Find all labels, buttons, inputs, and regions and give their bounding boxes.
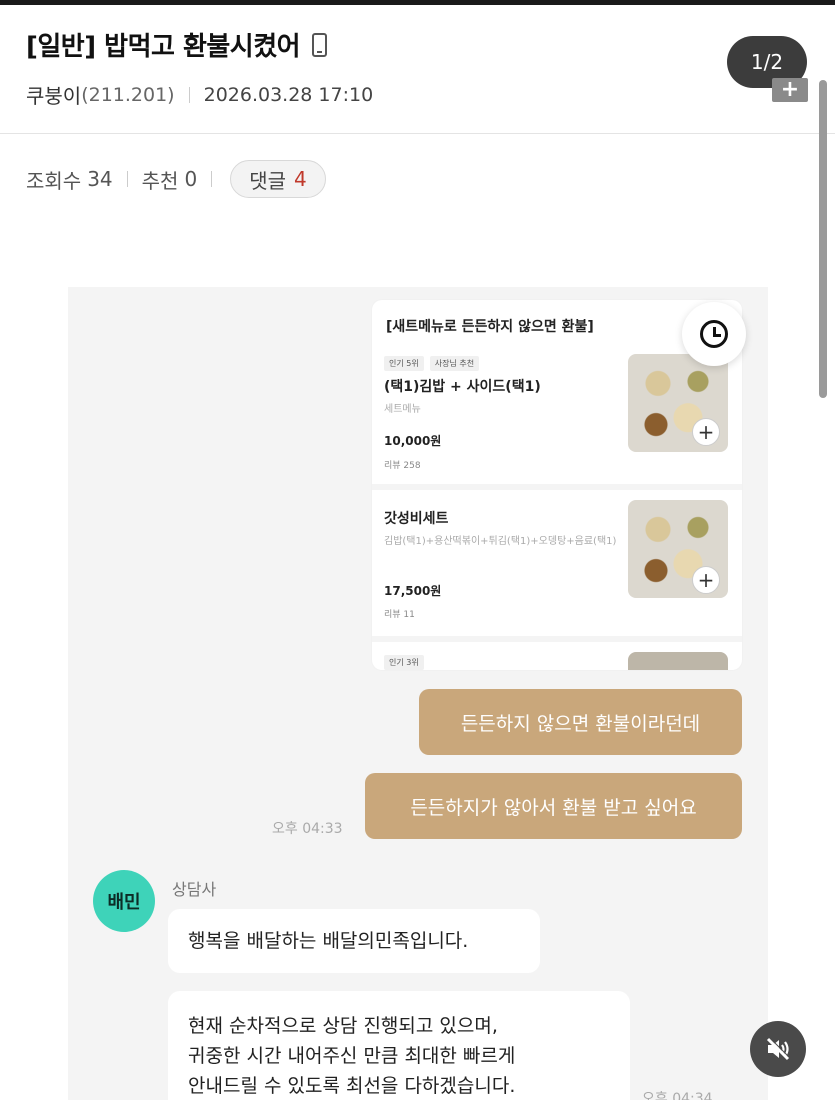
my-message-bubble: 든든하지 않으면 환불이라던데 — [419, 689, 742, 755]
stats-divider — [211, 171, 213, 187]
scrollbar-thumb[interactable] — [819, 80, 827, 398]
recommend-count: 0 — [184, 167, 198, 191]
item-divider — [372, 636, 742, 642]
agent-message-bubble: 현재 순차적으로 상담 진행되고 있으며, 귀중한 시간 내어주신 만큼 최대한… — [168, 991, 630, 1100]
menu-item-price: 17,500원 — [384, 584, 442, 598]
agent-name: 상담사 — [172, 880, 217, 899]
menu-item-review: 리뷰 11 — [384, 610, 415, 620]
add-button[interactable]: + — [772, 78, 808, 102]
menu-card: [새트메뉴로 든든하지 않으면 환불] 인기 5위 사장님 추천 (택1)김밥 … — [372, 300, 742, 670]
post-title-text: [일반] 밥먹고 환불시켰어 — [26, 32, 301, 62]
post-date: 2026.03.28 17:10 — [203, 83, 374, 106]
clock-icon — [700, 320, 728, 348]
views-count: 34 — [87, 167, 113, 191]
my-message-bubble: 든든하지가 않아서 환불 받고 싶어요 — [365, 773, 742, 839]
agent-avatar: 배민 — [93, 870, 155, 932]
item-divider — [372, 484, 742, 490]
meta-divider — [188, 86, 190, 103]
menu-item-name: 갓성비세트 — [384, 511, 449, 527]
top-edge-bar — [0, 0, 835, 5]
comments-button[interactable]: 댓글 4 — [230, 160, 326, 198]
menu-card-title: [새트메뉴로 든든하지 않으면 환불] — [386, 319, 594, 335]
recommend-label: 추천 — [141, 168, 179, 193]
agent-message-text: 행복을 배달하는 배달의민족입니다. — [188, 930, 469, 952]
comments-label: 댓글 — [249, 168, 287, 193]
menu-item-desc: 김밥(택1)+용산떡볶이+튀김(택1)+오뎅탕+음료(택1) — [384, 536, 617, 547]
views-label: 조회수 — [26, 168, 82, 193]
clock-button[interactable] — [682, 302, 746, 366]
author-name[interactable]: 쿠붕이 — [26, 80, 81, 109]
author-ip: (211.201) — [81, 83, 175, 106]
menu-tag: 사장님 추천 — [429, 356, 480, 371]
menu-tag: 인기 3위 — [384, 655, 424, 670]
menu-item-name: (택1)김밥 + 사이드(택1) — [384, 379, 541, 395]
post-title: [일반] 밥먹고 환불시켰어 — [26, 26, 328, 63]
agent-message-line: 현재 순차적으로 상담 진행되고 있으며, — [188, 1015, 498, 1037]
menu-item-review: 리뷰 258 — [384, 461, 421, 471]
post-meta: 쿠붕이 (211.201) 2026.03.28 17:10 — [26, 80, 373, 109]
add-item-plus-icon[interactable]: + — [692, 418, 720, 446]
agent-message-bubble: 행복을 배달하는 배달의민족입니다. — [168, 909, 540, 973]
menu-item-desc: 세트메뉴 — [384, 404, 421, 415]
header-divider — [0, 133, 835, 134]
post-stats: 조회수 34 추천 0 댓글 4 — [26, 160, 326, 198]
speaker-muted-icon — [766, 1037, 790, 1061]
mute-button[interactable] — [750, 1021, 806, 1077]
comments-count: 4 — [294, 167, 307, 191]
agent-message-line: 안내드릴 수 있도록 최선을 다하겠습니다. — [188, 1075, 516, 1097]
menu-item-image — [628, 652, 728, 670]
menu-tag: 인기 5위 — [384, 356, 424, 371]
message-time: 오후 04:34 — [642, 1091, 713, 1100]
mobile-phone-icon — [312, 32, 328, 57]
message-time: 오후 04:33 — [272, 821, 343, 837]
stats-divider — [126, 171, 128, 187]
agent-message-line: 귀중한 시간 내어주신 만큼 최대한 빠르게 — [188, 1045, 516, 1067]
add-item-plus-icon[interactable]: + — [692, 566, 720, 594]
menu-item-price: 10,000원 — [384, 434, 442, 448]
